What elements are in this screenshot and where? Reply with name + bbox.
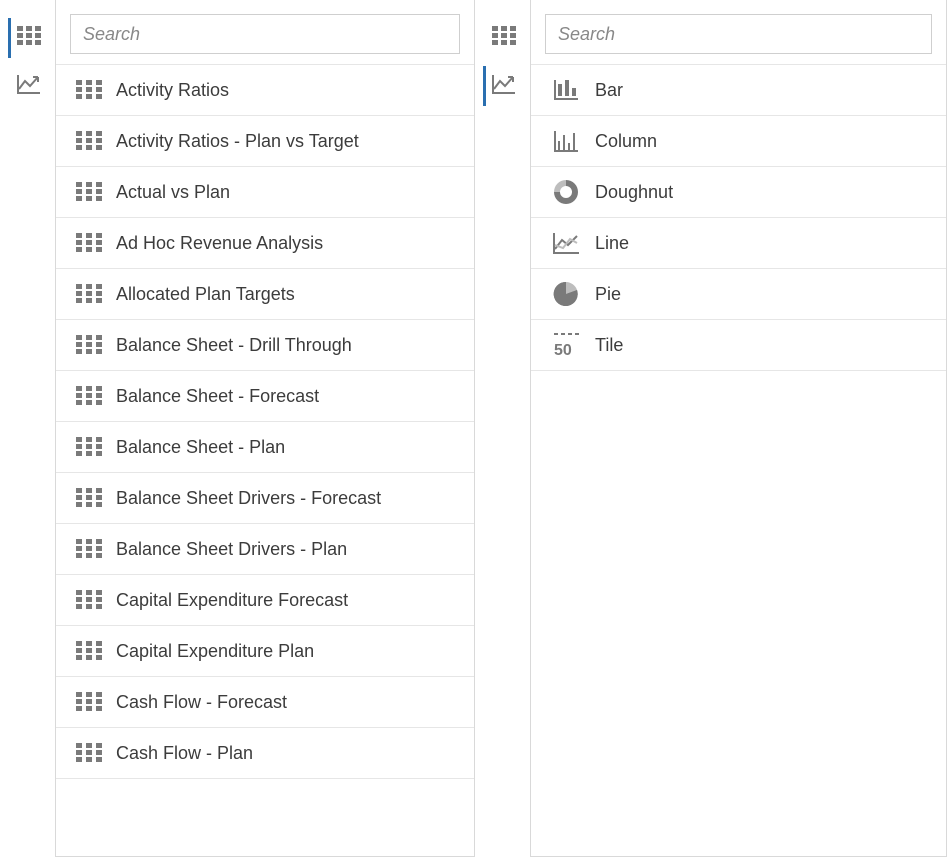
list-item-label: Balance Sheet Drivers - Plan — [116, 539, 347, 560]
left-panel-wrap: Activity Ratios Activity Ratios - Plan v… — [0, 0, 475, 857]
list-item-label: Cash Flow - Forecast — [116, 692, 287, 713]
chart-type-item-pie[interactable]: Pie — [531, 269, 946, 320]
list-item-label: Capital Expenditure Forecast — [116, 590, 348, 611]
tab-chart-right[interactable] — [483, 66, 523, 106]
chart-type-label: Pie — [595, 284, 621, 305]
grid-icon — [17, 26, 41, 51]
left-list[interactable]: Activity Ratios Activity Ratios - Plan v… — [56, 64, 474, 856]
chart-type-label: Column — [595, 131, 657, 152]
list-item[interactable]: Cash Flow - Plan — [56, 728, 474, 779]
grid-icon — [76, 487, 102, 509]
grid-icon — [76, 436, 102, 458]
list-item-label: Capital Expenditure Plan — [116, 641, 314, 662]
list-item[interactable]: Actual vs Plan — [56, 167, 474, 218]
left-panel: Activity Ratios Activity Ratios - Plan v… — [55, 0, 475, 857]
tile-icon: 50 — [551, 334, 581, 356]
grid-icon — [76, 334, 102, 356]
list-item[interactable]: Activity Ratios - Plan vs Target — [56, 116, 474, 167]
list-item[interactable]: Allocated Plan Targets — [56, 269, 474, 320]
chart-type-label: Tile — [595, 335, 623, 356]
right-panel-wrap: Bar Column Doughnut Line Pie 50 Tile — [475, 0, 947, 857]
left-search-wrap — [56, 0, 474, 64]
right-search-input[interactable] — [545, 14, 932, 54]
grid-icon — [76, 79, 102, 101]
list-item[interactable]: Balance Sheet - Drill Through — [56, 320, 474, 371]
doughnut-icon — [551, 181, 581, 203]
list-item[interactable]: Ad Hoc Revenue Analysis — [56, 218, 474, 269]
chart-line-icon — [491, 73, 517, 100]
column-icon — [551, 130, 581, 152]
bar-icon — [551, 79, 581, 101]
right-side-tabs — [475, 0, 530, 857]
list-item[interactable]: Cash Flow - Forecast — [56, 677, 474, 728]
grid-icon — [76, 130, 102, 152]
right-panel: Bar Column Doughnut Line Pie 50 Tile — [530, 0, 947, 857]
list-item[interactable]: Balance Sheet - Plan — [56, 422, 474, 473]
chart-type-item-bar[interactable]: Bar — [531, 65, 946, 116]
list-item-label: Allocated Plan Targets — [116, 284, 295, 305]
tab-chart[interactable] — [8, 66, 48, 106]
chart-type-item-doughnut[interactable]: Doughnut — [531, 167, 946, 218]
grid-icon — [76, 232, 102, 254]
list-item-label: Balance Sheet - Forecast — [116, 386, 319, 407]
list-item[interactable]: Activity Ratios — [56, 65, 474, 116]
grid-icon — [76, 742, 102, 764]
list-item-label: Activity Ratios - Plan vs Target — [116, 131, 359, 152]
list-item-label: Actual vs Plan — [116, 182, 230, 203]
grid-icon — [76, 589, 102, 611]
left-search-input[interactable] — [70, 14, 460, 54]
list-item-label: Balance Sheet - Plan — [116, 437, 285, 458]
grid-icon — [76, 538, 102, 560]
list-item[interactable]: Balance Sheet Drivers - Forecast — [56, 473, 474, 524]
list-item[interactable]: Balance Sheet Drivers - Plan — [56, 524, 474, 575]
line-icon — [551, 232, 581, 254]
list-item-label: Balance Sheet Drivers - Forecast — [116, 488, 381, 509]
chart-type-item-tile[interactable]: 50 Tile — [531, 320, 946, 371]
list-item-label: Balance Sheet - Drill Through — [116, 335, 352, 356]
chart-line-icon — [16, 73, 42, 100]
left-side-tabs — [0, 0, 55, 857]
chart-type-label: Doughnut — [595, 182, 673, 203]
tab-grid[interactable] — [8, 18, 48, 58]
list-item[interactable]: Balance Sheet - Forecast — [56, 371, 474, 422]
right-search-wrap — [531, 0, 946, 64]
grid-icon — [76, 640, 102, 662]
list-item-label: Cash Flow - Plan — [116, 743, 253, 764]
list-item[interactable]: Capital Expenditure Forecast — [56, 575, 474, 626]
chart-type-label: Line — [595, 233, 629, 254]
pie-icon — [551, 283, 581, 305]
grid-icon — [492, 26, 516, 51]
grid-icon — [76, 385, 102, 407]
list-item-label: Activity Ratios — [116, 80, 229, 101]
chart-type-label: Bar — [595, 80, 623, 101]
grid-icon — [76, 283, 102, 305]
right-list: Bar Column Doughnut Line Pie 50 Tile — [531, 64, 946, 856]
chart-type-item-column[interactable]: Column — [531, 116, 946, 167]
grid-icon — [76, 691, 102, 713]
svg-text:50: 50 — [554, 342, 572, 359]
tab-grid-right[interactable] — [483, 18, 523, 58]
list-item-label: Ad Hoc Revenue Analysis — [116, 233, 323, 254]
grid-icon — [76, 181, 102, 203]
list-item[interactable]: Capital Expenditure Plan — [56, 626, 474, 677]
chart-type-item-line[interactable]: Line — [531, 218, 946, 269]
